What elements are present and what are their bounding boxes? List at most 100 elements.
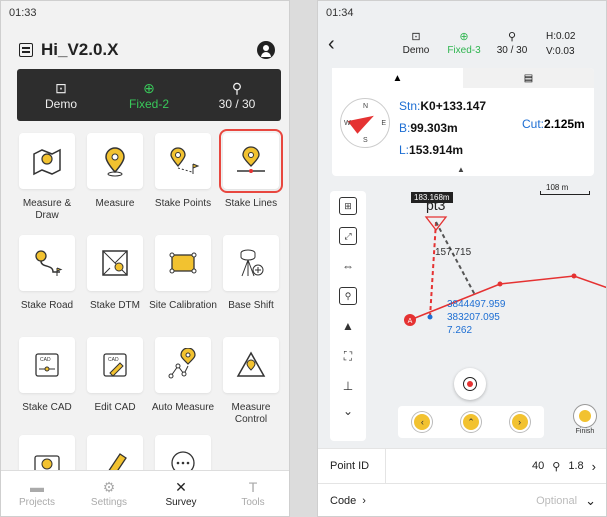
line-vertex [571,273,577,279]
rod-icon[interactable]: ⚲ [552,460,568,473]
offset-distance: 157.715 [435,247,472,258]
next-point-button[interactable]: › [509,412,530,432]
select-point-button[interactable]: ⌃ [460,412,481,432]
tool-navigate[interactable]: ▲ [330,311,366,341]
func-base-shift[interactable]: Base Shift [217,235,285,312]
satellite-count: 30 / 30 [218,97,256,111]
func-label: Site Calibration [149,300,217,311]
project-header: Hi_V2.0.X [19,37,275,63]
chevron-down-icon: ⌄ [342,404,354,418]
edit-cad-icon: CAD [103,353,127,377]
v-precision: V:0.03 [546,46,575,57]
line-vertex [497,281,503,287]
layers-icon: ⊞ [339,197,357,215]
tool-pan[interactable]: ⇔ [330,251,366,281]
fit-view-icon: ⛶ [343,348,353,363]
stake-lines-tile-selected[interactable] [219,129,283,193]
func-label: Stake Road [20,300,74,311]
satellite-status[interactable]: ⚲ 30 / 30 [492,31,532,57]
device-status[interactable]: ⊡ Demo [17,69,105,121]
stake-lines-screen: 01:34 ‹ ⊡ Demo ⊕ Fixed-3 ⚲ 30 / 30 H:0.02 V… [317,0,607,517]
fix-status[interactable]: ⊕ Fixed-2 [105,69,193,121]
func-edit-cad[interactable]: CAD Edit CAD [81,337,149,414]
finish-button[interactable]: Finish [570,405,600,435]
current-coordinates: 3844497.959 383207.095 7.262 [447,298,505,337]
func-auto-measure[interactable]: Auto Measure [149,337,217,414]
svg-text:CAD: CAD [40,357,51,363]
point-id-input[interactable]: 40 [386,460,552,472]
map-scale-bar [540,191,590,195]
satellite-status[interactable]: ⚲ 30 / 30 [193,69,281,121]
coord-northing: 3844497.959 [447,299,506,310]
func-measure-control[interactable]: Measure Control [217,337,285,426]
system-clock: 01:33 [9,7,37,19]
dtm-icon [102,250,128,276]
tools-icon: T [248,479,258,495]
project-name[interactable]: Hi_V2.0.X [41,40,257,60]
survey-icon: ✕ [175,479,187,495]
func-measure[interactable]: Measure [81,133,149,210]
func-stake-road[interactable]: Stake Road [13,235,81,312]
tab-details[interactable]: ▤ [463,68,594,88]
details-icon: ▤ [523,72,534,84]
func-label: Stake CAD [22,402,72,413]
bottom-navigation: ▬ Projects ⚙ Settings ✕ Survey T Tools [1,470,289,516]
func-stake-lines[interactable]: Stake Lines [217,129,285,210]
target-icon [463,377,477,391]
receiver-status-panel[interactable]: ⊡ Demo ⊕ Fixed-2 ⚲ 30 / 30 [17,69,281,121]
station-row: Stn:K0+133.147 [399,99,487,113]
tool-zoom-extent[interactable]: ⤢ [330,221,366,251]
previous-point-button[interactable]: ‹ [412,412,433,432]
navigate-icon: ▲ [342,319,354,333]
line-start-label: A [408,318,413,325]
locate-target-button[interactable] [454,368,486,400]
func-label: Edit CAD [94,402,136,413]
device-status[interactable]: ⊡ Demo [396,31,436,57]
nav-settings[interactable]: ⚙ Settings [73,471,145,516]
satellite-icon: ⚲ [507,31,517,43]
point-id-row: Point ID 40 ⚲ 1.8 › [318,448,606,484]
func-site-calibration[interactable]: Site Calibration [149,235,217,312]
rod-height-value[interactable]: 1.8 [568,460,591,472]
measure-control-icon [236,351,266,377]
func-stake-dtm[interactable]: Stake DTM [81,235,149,312]
func-measure-draw[interactable]: Measure & Draw [13,133,81,222]
system-clock: 01:34 [326,7,354,19]
stake-top-bar: ‹ ⊡ Demo ⊕ Fixed-3 ⚲ 30 / 30 H:0.02 V:0.03 [318,23,606,65]
tab-navigation[interactable]: ▲ [332,68,463,88]
tool-map[interactable]: ⚲ [330,281,366,311]
folder-icon: ▬ [30,479,44,495]
gnss-fix-icon: ⊕ [459,31,469,43]
nav-survey[interactable]: ✕ Survey [145,471,217,516]
user-avatar-icon[interactable] [257,41,275,59]
level-icon: ⊥ [342,379,354,393]
code-dropdown-icon[interactable]: ⌄ [585,493,606,509]
toolbar-expand[interactable]: ⌄ [330,401,366,421]
project-doc-icon[interactable] [19,43,33,57]
func-stake-cad[interactable]: CAD Stake CAD [13,337,81,414]
l-row: L:153.914m [399,143,464,157]
b-row: B:99.303m [399,121,458,135]
code-label: Code [330,495,357,507]
nav-projects[interactable]: ▬ Projects [1,471,73,516]
svg-text:CAD: CAD [108,357,119,363]
fix-status[interactable]: ⊕ Fixed-3 [436,31,492,57]
tool-level[interactable]: ⊥ [330,371,366,401]
code-input[interactable]: Optional [366,495,585,507]
tool-fit[interactable]: ⛶ [330,341,366,371]
func-stake-points[interactable]: Stake Points [149,133,217,210]
coord-easting: 383207.095 [447,312,500,323]
stake-info-card[interactable]: ▲ ▤ N E S W Stn:K0+133.147 B:99.303m L:1… [332,68,594,176]
stake-points-icon [170,147,200,174]
design-line [409,275,606,321]
tool-layers[interactable]: ⊞ [330,191,366,221]
back-arrow-icon[interactable]: ‹ [318,33,358,56]
nav-tools[interactable]: T Tools [217,471,289,516]
chevron-right-icon[interactable]: › [592,459,606,474]
code-row: Code › Optional ⌄ [318,483,606,516]
collapse-handle-icon[interactable]: ▲ [457,165,465,174]
gnss-fix-icon: ⊕ [143,80,155,96]
func-label: Measure & Draw [22,198,72,221]
h-precision: H:0.02 [546,31,576,42]
base-shift-icon [240,249,264,277]
